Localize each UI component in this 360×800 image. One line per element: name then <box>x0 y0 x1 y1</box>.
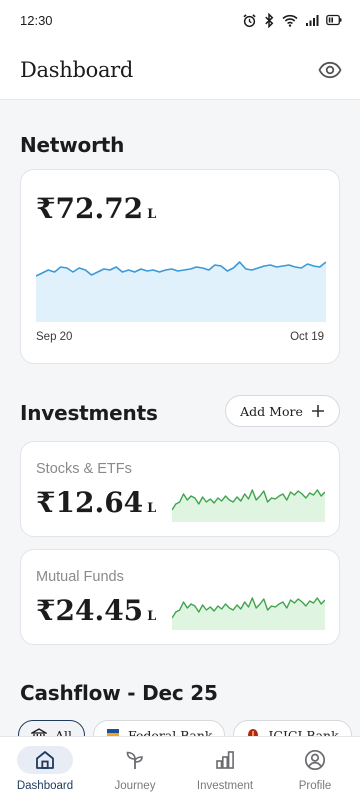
mutual-funds-unit: L <box>147 609 157 624</box>
page-title: Dashboard <box>20 57 134 82</box>
mutual-funds-label: Mutual Funds <box>36 569 124 585</box>
networth-sparkline <box>36 261 326 322</box>
wifi-icon <box>282 14 298 27</box>
cashflow-section-title: Cashflow - Dec 25 <box>20 681 218 705</box>
nav-profile-icon-wrap <box>287 746 343 774</box>
networth-section-title: Networth <box>20 133 125 157</box>
nav-investment[interactable]: Investment <box>180 737 270 800</box>
status-icons <box>242 12 342 28</box>
battery-icon <box>326 14 342 26</box>
alarm-icon <box>243 13 256 27</box>
home-icon <box>36 750 54 769</box>
nav-profile[interactable]: Profile <box>270 737 360 800</box>
nav-journey-label: Journey <box>114 779 156 792</box>
add-more-label: Add More <box>240 403 303 419</box>
add-more-button[interactable]: Add More <box>225 395 340 427</box>
bluetooth-icon <box>265 12 274 28</box>
stocks-card[interactable]: Stocks & ETFs ₹12.64 L <box>20 441 340 537</box>
stocks-value: ₹12.64 L <box>36 486 156 519</box>
nav-dashboard[interactable]: Dashboard <box>0 737 90 800</box>
signal-icon <box>306 14 319 26</box>
status-bar: 12:30 <box>0 0 360 40</box>
networth-start-label: Sep 20 <box>36 331 73 343</box>
stocks-label: Stocks & ETFs <box>36 461 132 477</box>
networth-card[interactable]: ₹72.72 L Sep 20 Oct 19 <box>20 169 340 364</box>
app-header: Dashboard <box>0 40 360 100</box>
nav-investment-label: Investment <box>196 779 254 792</box>
nav-journey[interactable]: Journey <box>90 737 180 800</box>
stocks-sparkline <box>172 489 325 522</box>
mutual-funds-amount: ₹24.45 <box>36 594 144 627</box>
networth-amount: ₹72.72 <box>36 192 144 225</box>
nav-journey-icon-wrap <box>107 746 163 774</box>
toggle-visibility-button[interactable] <box>316 56 344 84</box>
networth-end-label: Oct 19 <box>290 331 324 343</box>
sprout-icon <box>126 751 143 769</box>
nav-dashboard-icon-wrap <box>17 745 73 774</box>
profile-icon <box>304 749 326 770</box>
investments-section-title: Investments <box>20 401 158 425</box>
mutual-funds-card[interactable]: Mutual Funds ₹24.45 L <box>20 549 340 645</box>
mutual-funds-value: ₹24.45 L <box>36 594 156 627</box>
mutual-funds-sparkline <box>172 597 325 630</box>
networth-value: ₹72.72 L <box>36 192 156 225</box>
nav-profile-label: Profile <box>298 779 332 792</box>
nav-dashboard-label: Dashboard <box>16 779 74 792</box>
stocks-unit: L <box>147 501 157 516</box>
nav-investment-icon-wrap <box>197 746 253 774</box>
bottom-nav: Dashboard Journey Investment Profile <box>0 736 360 800</box>
stocks-amount: ₹12.64 <box>36 486 144 519</box>
plus-icon <box>311 405 324 417</box>
bar-chart-icon <box>216 750 234 769</box>
status-time: 12:30 <box>20 12 53 28</box>
eye-icon <box>318 61 342 78</box>
networth-unit: L <box>147 207 157 222</box>
